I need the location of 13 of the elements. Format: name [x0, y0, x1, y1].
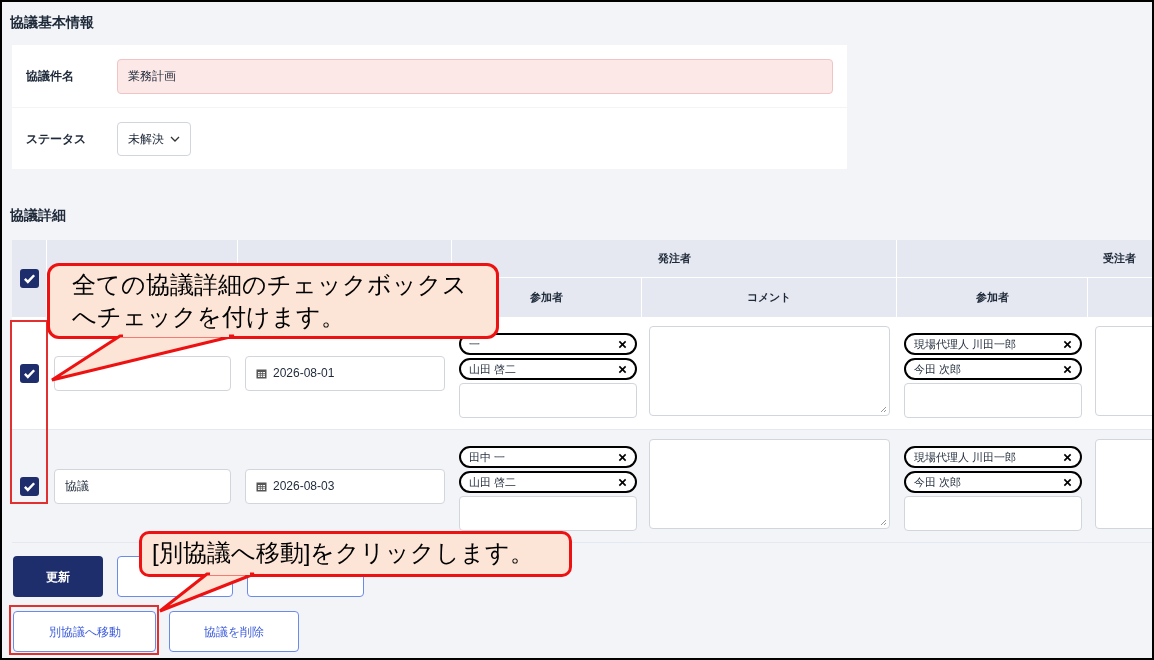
participant-chip: 山田 啓二: [459, 358, 637, 380]
participant-chip: 田中 一: [459, 446, 637, 468]
field-label: ステータス: [26, 130, 87, 148]
section-title: 協議基本情報: [10, 13, 95, 32]
participant-chip: 現場代理人 川田一郎: [904, 446, 1082, 468]
participant-chip: 現場代理人 川田一郎: [904, 333, 1082, 355]
field-label: 協議件名: [26, 68, 75, 85]
participant-chip: 今田 次郎: [904, 471, 1082, 493]
section-title: 協議詳細: [10, 206, 67, 225]
participant-chip: 一: [459, 333, 637, 355]
participant-chip: 今田 次郎: [904, 358, 1082, 380]
group-header: 受注者: [897, 240, 1152, 278]
participant-chip: 山田 啓二: [459, 471, 637, 493]
